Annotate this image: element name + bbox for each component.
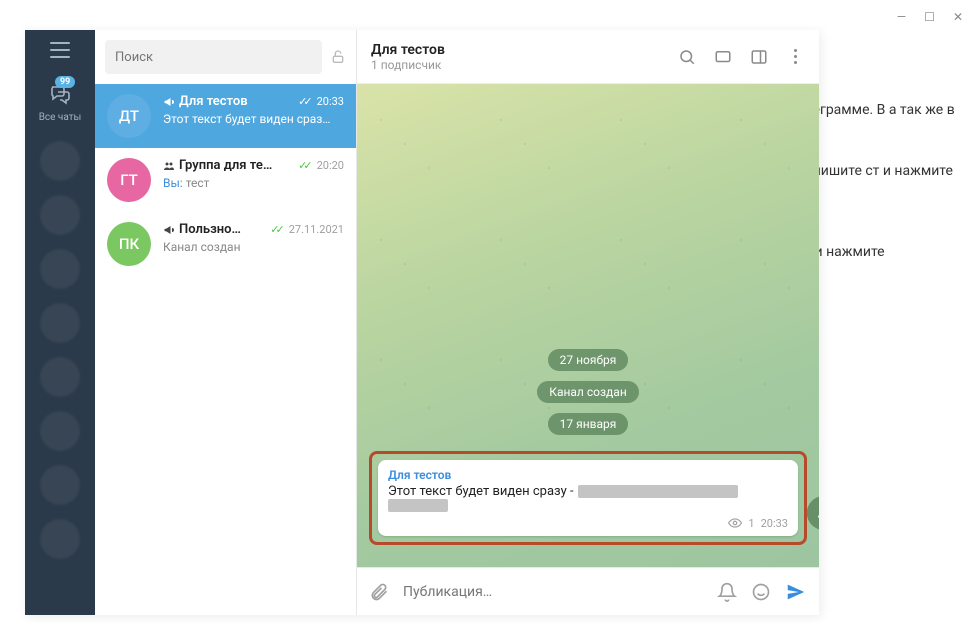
chat-preview: Канал создан [163,240,344,254]
discussion-button[interactable] [713,47,733,67]
views-icon [728,516,742,530]
left-rail: 99 Все чаты [25,30,95,615]
chat-list: ДТ Для тестов ✓✓ 20:33 Этот текст будет … [95,30,357,615]
conversation-title-wrap[interactable]: Для тестов 1 подписчик [371,42,661,72]
window-controls: — ☐ ✕ [893,8,967,26]
read-checks-icon: ✓✓ [270,223,280,236]
chat-preview: Вы: тест [163,176,344,190]
date-pill: 17 января [548,413,629,435]
telegram-app: 99 Все чаты [25,30,819,615]
chat-name: Пользно… [179,222,266,237]
message-views: 1 [748,517,754,530]
menu-button[interactable] [50,42,70,58]
message-time: 20:33 [761,517,788,530]
notify-toggle-button[interactable] [717,582,737,602]
conversation-title: Для тестов [371,42,661,58]
conversation-pane: Для тестов 1 подписчик 27 ноября К [357,30,819,615]
chat-preview: Этот текст будет виден сраз… [163,112,344,126]
avatar: ДТ [107,94,151,138]
read-checks-icon: ✓✓ [298,159,308,172]
rail-blur-item [40,411,80,451]
more-menu-button[interactable] [785,47,805,67]
window-maximize[interactable]: ☐ [920,8,939,26]
highlighted-message-frame: Для тестов Этот текст будет виден сразу … [369,451,807,545]
megaphone-icon [163,224,175,236]
conversation-header: Для тестов 1 подписчик [357,30,819,84]
window-close[interactable]: ✕ [949,8,967,26]
chat-name: Группа для те… [179,158,294,173]
chat-item-dlya-testov[interactable]: ДТ Для тестов ✓✓ 20:33 Этот текст будет … [95,84,356,148]
window-minimize[interactable]: — [893,8,910,26]
message-meta: 1 20:33 [388,516,788,530]
composer-input[interactable] [403,584,703,600]
spoiler-hidden-text[interactable] [578,485,738,498]
service-message: Канал создан [537,381,639,403]
forward-button[interactable] [807,496,819,530]
conversation-body[interactable]: 27 ноября Канал создан 17 января Для тес… [357,84,819,615]
chat-time: 20:20 [317,159,344,172]
spoiler-hidden-text[interactable] [388,499,448,512]
send-button[interactable] [785,581,807,603]
rail-blur-item [40,465,80,505]
chat-item-polzno[interactable]: ПК Пользно… ✓✓ 27.11.2021 Канал создан [95,212,356,276]
message-text: Этот текст будет виден сразу - [388,484,788,499]
chat-time: 27.11.2021 [289,223,344,236]
sidebar-toggle-button[interactable] [749,47,769,67]
rail-blur-item [40,303,80,343]
kebab-icon [794,49,797,64]
rail-blur-item [40,357,80,397]
rail-blur-item [40,519,80,559]
search-row [95,30,356,84]
chat-item-gruppa[interactable]: ГТ Группа для те… ✓✓ 20:20 Вы: тест [95,148,356,212]
rail-blur-item [40,141,80,181]
rail-blur-item [40,249,80,289]
chat-name: Для тестов [179,94,294,109]
chat-time: 20:33 [317,95,344,108]
search-input-wrap[interactable] [105,40,322,74]
date-pill: 27 ноября [548,349,629,371]
search-input[interactable] [115,50,312,65]
megaphone-icon [163,96,175,108]
avatar: ГТ [107,158,151,202]
attach-button[interactable] [369,582,389,602]
read-checks-icon: ✓✓ [298,95,308,108]
avatar: ПК [107,222,151,266]
search-in-chat-button[interactable] [677,47,697,67]
rail-blur-item [40,195,80,235]
group-icon [163,160,175,172]
message-bubble[interactable]: Для тестов Этот текст будет виден сразу … [378,460,798,536]
conversation-subtitle: 1 подписчик [371,58,661,72]
message-sender: Для тестов [388,468,788,482]
lock-icon[interactable] [330,49,346,65]
all-chats-tab[interactable]: 99 Все чаты [39,82,82,123]
message-composer [357,567,819,615]
share-arrow-icon [816,505,819,521]
emoji-button[interactable] [751,582,771,602]
all-chats-label: Все чаты [39,112,82,123]
unread-badge: 99 [55,76,75,88]
